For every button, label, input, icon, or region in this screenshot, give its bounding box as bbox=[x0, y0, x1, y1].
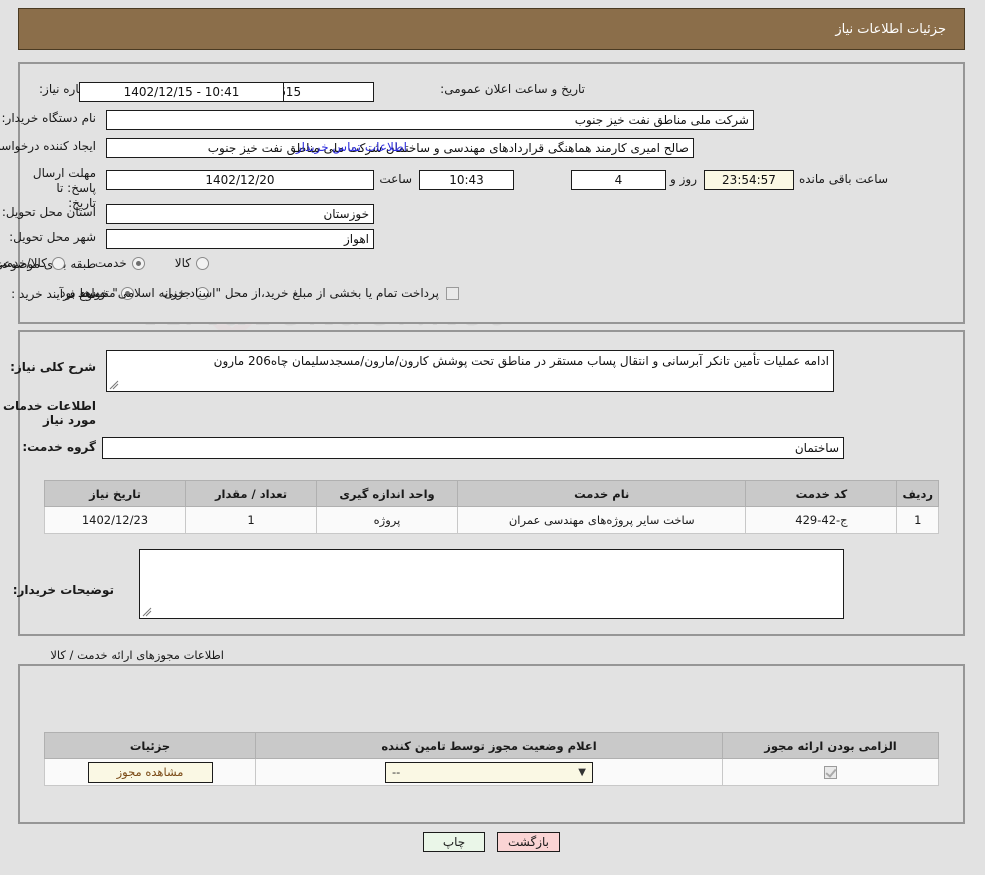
buyer-contact-link[interactable]: اطلاعات تماس خریدار bbox=[297, 140, 408, 154]
col-quantity: تعداد / مقدار bbox=[186, 480, 318, 507]
table-row: 1 ج-42-429 ساخت سایر پروژه‌های مهندسی عم… bbox=[45, 506, 940, 534]
cell-row: 1 bbox=[897, 506, 940, 534]
creator-label: ایجاد کننده درخواست: bbox=[0, 139, 97, 153]
buyer-notes-label: توضیحات خریدار: bbox=[13, 583, 115, 597]
view-license-button[interactable]: مشاهده مجوز bbox=[88, 761, 214, 783]
province-row: استان محل تحویل: bbox=[3, 205, 97, 219]
cell-name: ساخت سایر پروژه‌های مهندسی عمران bbox=[457, 506, 748, 534]
radio-icon[interactable] bbox=[197, 256, 210, 270]
summary-text: ادامه عملیات تأمین تانکر آبرسانی و انتقا… bbox=[214, 354, 830, 368]
radio-selected-icon[interactable] bbox=[132, 256, 146, 270]
cell-need-date: 1402/12/23 bbox=[45, 506, 187, 534]
category-option-label: خدمت bbox=[95, 256, 128, 270]
category-radio-group: کالا خدمت کالا/خدمت bbox=[0, 256, 210, 270]
resize-grip-icon[interactable] bbox=[110, 380, 120, 390]
footer-actions: بازگشت چاپ bbox=[0, 832, 985, 852]
licenses-section-title: اطلاعات مجوزهای ارائه خدمت / کالا bbox=[51, 648, 225, 662]
buyer-org-label: نام دستگاه خریدار: bbox=[2, 111, 98, 125]
page-header: جزئیات اطلاعات نیاز bbox=[19, 8, 966, 50]
cell-unit: پروژه bbox=[317, 506, 459, 534]
summary-label: شرح کلی نیاز: bbox=[11, 360, 97, 374]
summary-textarea[interactable]: ادامه عملیات تأمین تانکر آبرسانی و انتقا… bbox=[107, 350, 835, 392]
time-left-label: ساعت باقی مانده bbox=[799, 172, 889, 186]
services-heading: اطلاعات خدمات مورد نیاز bbox=[3, 399, 97, 427]
deadline-hour-label: ساعت bbox=[380, 172, 413, 186]
cell-required bbox=[723, 758, 940, 786]
col-details: جزئیات bbox=[45, 732, 257, 759]
col-unit: واحد اندازه گیری bbox=[317, 480, 459, 507]
resize-grip-svg bbox=[110, 380, 120, 390]
announce-label-wrap: تاریخ و ساعت اعلان عمومی: bbox=[441, 82, 586, 96]
back-button[interactable]: بازگشت bbox=[498, 832, 561, 852]
col-code: کد خدمت bbox=[746, 480, 899, 507]
services-table-wrap: ردیف کد خدمت نام خدمت واحد اندازه گیری ت… bbox=[45, 480, 940, 534]
buyer-org-row: نام دستگاه خریدار: bbox=[3, 111, 98, 125]
creator-row: ایجاد کننده درخواست: bbox=[0, 139, 97, 153]
treasury-row: پرداخت تمام یا بخشی از مبلغ خرید،از محل … bbox=[57, 286, 460, 300]
col-need-date: تاریخ نیاز bbox=[45, 480, 187, 507]
category-option-label: کالا/خدمت bbox=[0, 256, 48, 270]
col-required: الزامی بودن ارائه مجوز bbox=[723, 732, 940, 759]
resize-grip-icon[interactable] bbox=[143, 607, 153, 617]
table-row: ▼ -- مشاهده مجوز bbox=[45, 758, 940, 786]
category-option-kala[interactable]: کالا bbox=[176, 256, 210, 270]
resize-grip-svg bbox=[143, 607, 153, 617]
treasury-checkbox[interactable] bbox=[447, 286, 460, 300]
services-table-header-row: ردیف کد خدمت نام خدمت واحد اندازه گیری ت… bbox=[45, 480, 940, 507]
cell-details: مشاهده مجوز bbox=[45, 758, 257, 786]
category-option-khedmat[interactable]: خدمت bbox=[96, 256, 146, 270]
chevron-down-icon: ▼ bbox=[579, 766, 587, 778]
license-required-checkbox bbox=[825, 766, 838, 779]
cell-status: ▼ -- bbox=[256, 758, 724, 786]
license-status-value: -- bbox=[393, 764, 402, 779]
service-group-value: ساختمان bbox=[103, 437, 845, 459]
licenses-table-wrap: الزامی بودن ارائه مجوز اعلام وضعیت مجوز … bbox=[45, 732, 940, 786]
license-status-select[interactable]: ▼ -- bbox=[386, 761, 594, 783]
category-option-kala-khedmat[interactable]: کالا/خدمت bbox=[0, 256, 66, 270]
cell-code: ج-42-429 bbox=[746, 506, 899, 534]
city-value: اهواز bbox=[107, 229, 375, 249]
time-left-value: 23:54:57 bbox=[705, 170, 795, 190]
radio-icon[interactable] bbox=[52, 256, 66, 270]
services-table: ردیف کد خدمت نام خدمت واحد اندازه گیری ت… bbox=[45, 480, 940, 534]
buyer-org-value: شرکت ملی مناطق نفت خیز جنوب bbox=[107, 110, 755, 130]
treasury-note: پرداخت تمام یا بخشی از مبلغ خرید،از محل … bbox=[57, 286, 440, 300]
cell-quantity: 1 bbox=[186, 506, 318, 534]
licenses-table: الزامی بودن ارائه مجوز اعلام وضعیت مجوز … bbox=[45, 732, 940, 786]
page-title: جزئیات اطلاعات نیاز bbox=[836, 21, 947, 37]
print-button[interactable]: چاپ bbox=[424, 832, 486, 852]
deadline-date-value: 1402/12/20 bbox=[107, 170, 375, 190]
announce-datetime-label: تاریخ و ساعت اعلان عمومی: bbox=[441, 82, 586, 96]
announce-datetime-value: 10:41 - 1402/12/15 bbox=[80, 82, 285, 102]
province-value: خوزستان bbox=[107, 204, 375, 224]
col-row: ردیف bbox=[897, 480, 940, 507]
city-row: شهر محل تحویل: bbox=[10, 230, 97, 244]
buyer-notes-textarea[interactable] bbox=[140, 549, 845, 619]
service-group-label: گروه خدمت: bbox=[23, 440, 97, 454]
deadline-time-value: 10:43 bbox=[420, 170, 515, 190]
city-label: شهر محل تحویل: bbox=[10, 230, 97, 244]
category-option-label: کالا bbox=[175, 256, 192, 270]
province-label: استان محل تحویل: bbox=[2, 205, 97, 219]
col-status: اعلام وضعیت مجوز توسط تامین کننده bbox=[256, 732, 724, 759]
days-left-label: روز و bbox=[671, 172, 698, 186]
col-name: نام خدمت bbox=[457, 480, 748, 507]
deadline-label: مهلت ارسال پاسخ: تا تاریخ: bbox=[33, 166, 97, 210]
licenses-table-header-row: الزامی بودن ارائه مجوز اعلام وضعیت مجوز … bbox=[45, 732, 940, 759]
days-left-value: 4 bbox=[572, 170, 667, 190]
